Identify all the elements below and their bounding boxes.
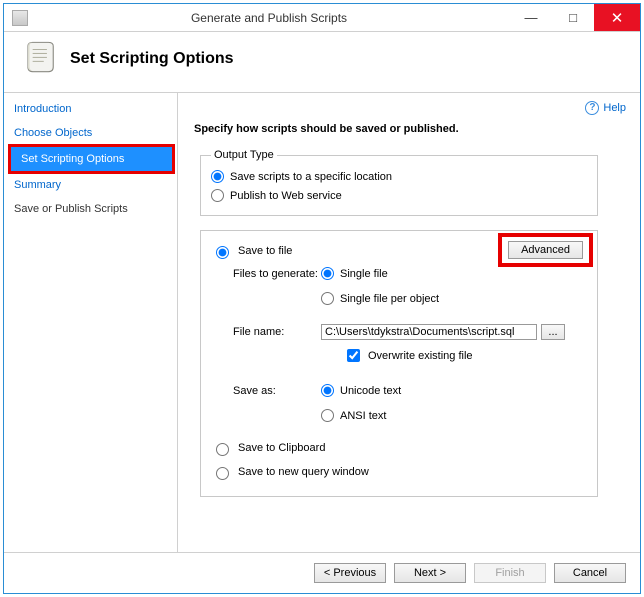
instruction-text: Specify how scripts should be saved or p… xyxy=(194,123,624,135)
radio-ansi-input[interactable] xyxy=(321,409,334,422)
sidebar: Introduction Choose Objects Set Scriptin… xyxy=(4,93,178,552)
radio-save-clipboard-label: Save to Clipboard xyxy=(238,442,325,454)
radio-single-per-object[interactable]: Single file per object xyxy=(321,289,439,308)
app-icon xyxy=(12,10,28,26)
nav-summary[interactable]: Summary xyxy=(4,173,177,197)
file-name-label: File name: xyxy=(211,326,321,338)
radio-save-to-file-label: Save to file xyxy=(238,245,292,257)
output-type-group: Output Type Save scripts to a specific l… xyxy=(200,149,598,216)
radio-save-location[interactable]: Save scripts to a specific location xyxy=(211,167,587,186)
radio-save-location-label: Save scripts to a specific location xyxy=(230,171,392,183)
maximize-button[interactable]: □ xyxy=(552,4,594,31)
radio-single-file[interactable]: Single file xyxy=(321,264,388,283)
output-type-legend: Output Type xyxy=(211,149,277,161)
close-button[interactable]: ✕ xyxy=(594,4,640,31)
files-to-generate-label: Files to generate: xyxy=(211,268,321,280)
radio-save-clipboard-input[interactable] xyxy=(216,443,229,456)
radio-single-file-label: Single file xyxy=(340,268,388,280)
file-name-field[interactable] xyxy=(321,324,537,340)
header: Set Scripting Options xyxy=(4,32,640,92)
help-label: Help xyxy=(603,102,626,114)
finish-button[interactable]: Finish xyxy=(474,563,546,583)
minimize-button[interactable]: — xyxy=(510,4,552,31)
nav-introduction[interactable]: Introduction xyxy=(4,97,177,121)
radio-unicode[interactable]: Unicode text xyxy=(321,381,401,400)
nav-set-scripting-options[interactable]: Set Scripting Options xyxy=(11,147,172,171)
highlight-box: Set Scripting Options xyxy=(8,144,175,174)
radio-save-new-query[interactable]: Save to new query window xyxy=(211,462,587,482)
radio-single-per-object-label: Single file per object xyxy=(340,293,439,305)
next-button[interactable]: Next > xyxy=(394,563,466,583)
save-as-label: Save as: xyxy=(211,385,321,397)
highlight-box-advanced: Advanced xyxy=(498,233,593,267)
radio-ansi-label: ANSI text xyxy=(340,410,386,422)
save-options-group: Advanced Save to file Files to generate:… xyxy=(200,230,598,497)
window-controls: — □ ✕ xyxy=(510,4,640,31)
overwrite-checkbox[interactable]: Overwrite existing file xyxy=(211,343,587,368)
footer: < Previous Next > Finish Cancel xyxy=(4,552,640,593)
radio-publish-web-label: Publish to Web service xyxy=(230,190,342,202)
advanced-button[interactable]: Advanced xyxy=(508,241,583,259)
page-title: Set Scripting Options xyxy=(70,50,234,68)
radio-single-per-object-input[interactable] xyxy=(321,292,334,305)
script-scroll-icon xyxy=(20,40,58,78)
window-title: Generate and Publish Scripts xyxy=(28,11,510,25)
body: Introduction Choose Objects Set Scriptin… xyxy=(4,92,640,552)
help-link[interactable]: ? Help xyxy=(585,101,626,115)
radio-save-clipboard[interactable]: Save to Clipboard xyxy=(211,438,587,458)
radio-single-file-input[interactable] xyxy=(321,267,334,280)
titlebar: Generate and Publish Scripts — □ ✕ xyxy=(4,4,640,32)
content-pane: ? Help Specify how scripts should be sav… xyxy=(178,93,640,552)
radio-save-to-file-input[interactable] xyxy=(216,246,229,259)
nav-choose-objects[interactable]: Choose Objects xyxy=(4,121,177,145)
radio-publish-web[interactable]: Publish to Web service xyxy=(211,186,587,205)
radio-publish-web-input[interactable] xyxy=(211,189,224,202)
help-icon: ? xyxy=(585,101,599,115)
radio-unicode-label: Unicode text xyxy=(340,385,401,397)
nav-save-or-publish[interactable]: Save or Publish Scripts xyxy=(4,197,177,221)
browse-button[interactable]: ... xyxy=(541,324,565,340)
radio-ansi[interactable]: ANSI text xyxy=(321,406,386,425)
overwrite-checkbox-label: Overwrite existing file xyxy=(368,350,473,362)
radio-save-location-input[interactable] xyxy=(211,170,224,183)
previous-button[interactable]: < Previous xyxy=(314,563,386,583)
radio-unicode-input[interactable] xyxy=(321,384,334,397)
radio-save-new-query-label: Save to new query window xyxy=(238,466,369,478)
radio-save-new-query-input[interactable] xyxy=(216,467,229,480)
cancel-button[interactable]: Cancel xyxy=(554,563,626,583)
overwrite-checkbox-input[interactable] xyxy=(347,349,360,362)
wizard-window: Generate and Publish Scripts — □ ✕ Set S… xyxy=(3,3,641,594)
